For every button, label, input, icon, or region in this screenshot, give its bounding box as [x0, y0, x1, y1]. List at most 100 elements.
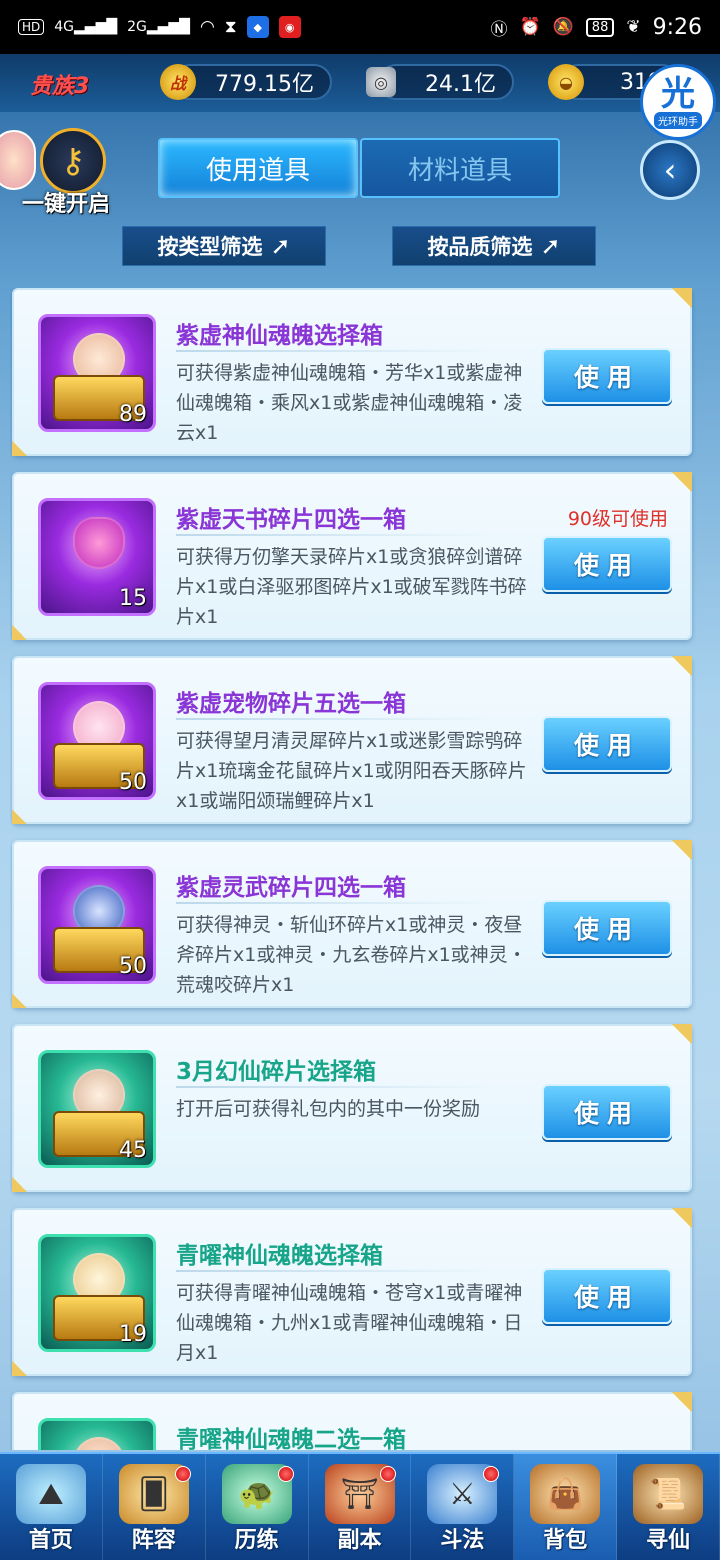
- helper-label: 光环助手: [654, 111, 702, 129]
- island-icon: ⛰: [15, 1464, 86, 1524]
- copper-coins[interactable]: ◎ 24.1亿: [366, 64, 514, 100]
- use-button[interactable]: 使用: [542, 1084, 672, 1140]
- signal-2g-icon: 2G▂▄▆█: [127, 19, 190, 35]
- use-button[interactable]: 使用: [542, 900, 672, 956]
- key-icon: ⚷: [40, 128, 106, 194]
- item-icon[interactable]: 19: [38, 1234, 156, 1352]
- nav-label: 寻仙: [646, 1528, 691, 1553]
- alarm-icon: ⏰: [519, 17, 541, 37]
- nav-lineup[interactable]: 🂠 阵容: [103, 1454, 206, 1560]
- nav-label: 历练: [234, 1528, 279, 1553]
- item-title: 紫虚神仙魂魄选择箱: [176, 323, 383, 349]
- filter-by-type-button[interactable]: 按类型筛选 ➚: [122, 226, 326, 266]
- resource-bar: 贵族3 战 779.15亿 ◎ 24.1亿 ◒ 319: [0, 54, 720, 112]
- hd-indicator: HD: [18, 19, 45, 35]
- nfc-icon: Ⓝ: [490, 19, 508, 40]
- battery-indicator: 88: [585, 17, 615, 37]
- filter-by-quality-button[interactable]: 按品质筛选 ➚: [392, 226, 596, 266]
- combat-power: 战 779.15亿: [160, 64, 332, 100]
- use-button[interactable]: 使用: [542, 716, 672, 772]
- corner-ornament: [658, 472, 692, 506]
- signal-4g-icon: 4G▂▄▆█: [54, 19, 118, 35]
- pouch-icon: [73, 517, 125, 569]
- item-description: 可获得望月清灵犀碎片x1或迷影雪踪鸮碎片x1琉璃金花鼠碎片x1或阴阳吞天豚碎片x…: [176, 730, 527, 812]
- coin-value: 24.1亿: [425, 72, 496, 97]
- item-title: 青曜神仙魂魄选择箱: [176, 1243, 383, 1269]
- status-bar: HD 4G▂▄▆█ 2G▂▄▆█ ◠ ⧗ ◆ ◉ Ⓝ ⏰ 🔕 88 ❦ 9:26: [0, 0, 720, 54]
- item-icon[interactable]: 15: [38, 498, 156, 616]
- status-time: 9:26: [652, 14, 702, 40]
- list-item: 50 紫虚灵武碎片四选一箱 可获得神灵・斩仙环碎片x1或神灵・夜昼斧碎片x1或神…: [12, 840, 692, 1008]
- level-requirement: 90级可使用: [567, 508, 668, 530]
- use-button[interactable]: 使用: [542, 348, 672, 404]
- list-item: 50 紫虚宠物碎片五选一箱 可获得望月清灵犀碎片x1或迷影雪踪鸮碎片x1琉璃金花…: [12, 656, 692, 824]
- corner-ornament: [658, 1024, 692, 1058]
- item-description: 可获得紫虚神仙魂魄箱・芳华x1或紫虚神仙魂魄箱・乘风x1或紫虚神仙魂魄箱・凌云x…: [176, 362, 523, 444]
- list-item: 89 紫虚神仙魂魄选择箱 可获得紫虚神仙魂魄箱・芳华x1或紫虚神仙魂魄箱・乘风x…: [12, 288, 692, 456]
- nav-label: 副本: [337, 1528, 382, 1553]
- item-count: 89: [119, 402, 147, 427]
- filter-type-label: 按类型筛选: [157, 235, 263, 259]
- hourglass-icon: ⧗: [224, 17, 237, 37]
- item-title: 3月幻仙碎片选择箱: [176, 1059, 377, 1085]
- notification-dot: [174, 1466, 191, 1482]
- divider: [176, 1086, 494, 1088]
- mute-bell-icon: 🔕: [552, 17, 574, 37]
- power-icon: 战: [160, 64, 196, 100]
- corner-ornament: [658, 1208, 692, 1242]
- nav-label: 阵容: [131, 1528, 176, 1553]
- item-icon[interactable]: 50: [38, 682, 156, 800]
- use-button[interactable]: 使用: [542, 536, 672, 592]
- list-item: 45 3月幻仙碎片选择箱 打开后可获得礼包内的其中一份奖励 使用: [12, 1024, 692, 1192]
- nav-seek-immortal[interactable]: 📜 寻仙: [617, 1454, 720, 1560]
- item-title: 紫虚宠物碎片五选一箱: [176, 691, 406, 717]
- item-icon[interactable]: 50: [38, 866, 156, 984]
- shield-app-icon: ◆: [246, 16, 269, 38]
- helper-glyph: 光: [661, 73, 695, 114]
- tab-usable-items[interactable]: 使用道具: [158, 138, 358, 198]
- item-title: 青曜神仙魂魄二选一箱: [176, 1427, 406, 1450]
- nav-bag[interactable]: 👜 背包: [514, 1454, 618, 1560]
- item-title: 紫虚灵武碎片四选一箱: [176, 875, 406, 901]
- corner-ornament: [658, 840, 692, 874]
- back-arrow-icon: ‹: [663, 151, 677, 189]
- character-portrait: [73, 1437, 125, 1450]
- scroll-icon: 📜: [633, 1464, 704, 1524]
- use-button[interactable]: 使用: [542, 1268, 672, 1324]
- nav-training[interactable]: 🐢 历练: [206, 1454, 309, 1560]
- item-description: 可获得青曜神仙魂魄箱・苍穹x1或青曜神仙魂魄箱・九州x1或青曜神仙魂魄箱・日月x…: [176, 1282, 523, 1364]
- nav-arena[interactable]: ⚔ 斗法: [411, 1454, 515, 1560]
- arrow-right-icon: ➚: [270, 232, 291, 260]
- nav-label: 首页: [28, 1528, 73, 1553]
- gold-ingot-icon: ◒: [548, 64, 584, 100]
- leaf-icon: ❦: [626, 17, 641, 37]
- back-button[interactable]: ‹: [640, 140, 700, 200]
- item-icon[interactable]: 89: [38, 314, 156, 432]
- arrow-right-icon: ➚: [540, 232, 561, 260]
- corner-ornament: [12, 426, 42, 456]
- item-tabs: 使用道具 材料道具: [158, 138, 560, 198]
- item-count: 50: [119, 954, 147, 979]
- item-icon[interactable]: 45: [38, 1050, 156, 1168]
- list-item: 15 紫虚天书碎片四选一箱 90级可使用 可获得万仞擎天录碎片x1或贪狼碎剑谱碎…: [12, 472, 692, 640]
- item-count: 19: [119, 1322, 147, 1347]
- divider: [176, 1270, 494, 1272]
- corner-ornament: [12, 610, 42, 640]
- nav-label: 斗法: [440, 1528, 485, 1553]
- bottom-nav: ⛰ 首页 🂠 阵容 🐢 历练 ⛩ 副本 ⚔ 斗法 👜 背包 📜 寻仙: [0, 1452, 720, 1560]
- corner-ornament: [12, 794, 42, 824]
- item-count: 45: [119, 1138, 147, 1163]
- item-icon[interactable]: [38, 1418, 156, 1450]
- halo-helper-button[interactable]: 光 光环助手: [640, 64, 716, 140]
- nav-home[interactable]: ⛰ 首页: [0, 1454, 103, 1560]
- one-key-label: 一键开启: [22, 192, 111, 217]
- vip-level[interactable]: 贵族3: [30, 68, 89, 100]
- item-list[interactable]: 89 紫虚神仙魂魄选择箱 可获得紫虚神仙魂魄箱・芳华x1或紫虚神仙魂魄箱・乘风x…: [10, 288, 706, 1450]
- tab-material-items[interactable]: 材料道具: [360, 138, 560, 198]
- status-right: Ⓝ ⏰ 🔕 88 ❦ 9:26: [490, 15, 702, 40]
- one-key-open-button[interactable]: ⚷ 一键开启: [22, 128, 114, 220]
- red-app-icon: ◉: [278, 16, 301, 38]
- nav-dungeon[interactable]: ⛩ 副本: [309, 1454, 412, 1560]
- divider: [176, 534, 494, 536]
- corner-ornament: [658, 288, 692, 322]
